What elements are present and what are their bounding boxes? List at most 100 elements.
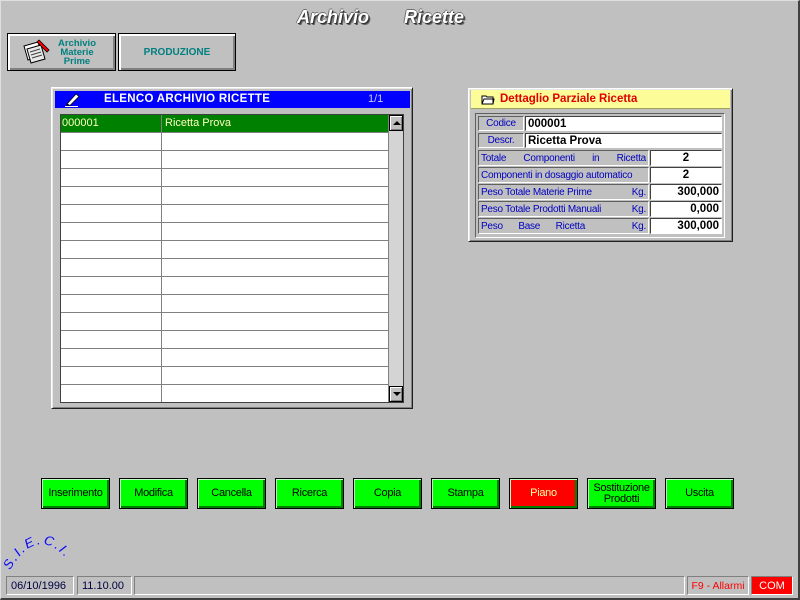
ricerca-button[interactable]: Ricerca — [275, 478, 344, 509]
recipe-code-cell — [61, 385, 162, 402]
field-label-text: Peso Totale Materie Prime — [481, 186, 592, 198]
cancella-label: Cancella — [211, 487, 252, 499]
page-counter: 1/1 — [368, 93, 384, 105]
recipe-name-cell — [162, 277, 388, 294]
componenti-dosaggio-automatico-value: 2 — [650, 167, 722, 183]
recipe-name-cell — [162, 169, 388, 186]
empty-row[interactable] — [61, 295, 388, 313]
unit-kg: Kg. — [631, 186, 647, 198]
descr-label: Descr. — [478, 133, 524, 148]
recipe-name-cell — [162, 205, 388, 222]
recipe-code-cell — [61, 367, 162, 384]
recipe-code-cell — [61, 313, 162, 330]
modifica-button[interactable]: Modifica — [119, 478, 188, 509]
archive-documents-icon — [23, 39, 50, 64]
recipe-detail-title: Dettaglio Parziale Ricetta — [500, 93, 638, 105]
empty-row[interactable] — [61, 151, 388, 169]
sostituzione-prodotti-button[interactable]: Sostituzione Prodotti — [587, 478, 656, 509]
recipe-list-title: ELENCO ARCHIVIO RICETTE — [104, 93, 271, 105]
recipe-code-cell — [61, 241, 162, 258]
recipe-table-body: 000001 Ricetta Prova — [61, 115, 388, 402]
peso-totale-prodotti-manuali-value: 0,000 — [650, 201, 722, 217]
empty-row[interactable] — [61, 259, 388, 277]
empty-row[interactable] — [61, 169, 388, 187]
peso-base-ricetta-label: Peso Base Ricetta Kg. — [478, 218, 649, 234]
empty-row[interactable] — [61, 277, 388, 295]
recipe-code-cell — [61, 223, 162, 240]
empty-row[interactable] — [61, 385, 388, 402]
recipe-name-cell — [162, 349, 388, 366]
scroll-up-arrow-icon — [393, 121, 401, 125]
modifica-label: Modifica — [134, 487, 173, 499]
inserimento-label: Inserimento — [48, 487, 103, 499]
recipe-code-cell — [61, 349, 162, 366]
produzione-button[interactable]: PRODUZIONE — [118, 33, 236, 71]
piano-label: Piano — [530, 487, 557, 499]
recipe-code-cell — [61, 259, 162, 276]
scroll-down-arrow-icon — [393, 392, 401, 396]
scroll-track[interactable] — [389, 131, 403, 386]
unit-kg: Kg. — [631, 220, 647, 232]
recipe-name-cell — [162, 151, 388, 168]
archivio-materie-prime-button[interactable]: Archivio Materie Prime — [7, 33, 116, 71]
empty-row[interactable] — [61, 349, 388, 367]
componenti-dosaggio-automatico-label: Componenti in dosaggio automatico — [478, 167, 649, 183]
recipe-name-cell — [162, 367, 388, 384]
vertical-scrollbar[interactable] — [388, 115, 403, 402]
totale-componenti-label: Totale Componenti in Ricetta — [478, 150, 649, 166]
ricerca-label: Ricerca — [291, 487, 328, 499]
empty-row[interactable] — [61, 205, 388, 223]
cancella-button[interactable]: Cancella — [197, 478, 266, 509]
empty-row[interactable] — [61, 223, 388, 241]
stampa-label: Stampa — [447, 487, 484, 499]
recipe-code-cell — [61, 133, 162, 150]
alarms-indicator[interactable]: F9 - Allarmi — [687, 576, 749, 595]
recipe-row[interactable]: 000001 Ricetta Prova — [61, 115, 388, 133]
recipe-name-cell — [162, 313, 388, 330]
open-folder-icon — [481, 95, 495, 105]
recipe-code-cell — [61, 277, 162, 294]
recipe-name-cell: Ricetta Prova — [165, 117, 232, 129]
empty-row[interactable] — [61, 367, 388, 385]
field-label-text: Peso Totale Prodotti Manuali — [481, 203, 602, 215]
recipe-code-cell — [61, 295, 162, 312]
copia-button[interactable]: Copia — [353, 478, 422, 509]
recipe-name-cell — [162, 187, 388, 204]
page-title-archivio: Archivio — [297, 7, 370, 27]
page-title-ricette: Ricette — [404, 7, 465, 27]
inserimento-button[interactable]: Inserimento — [41, 478, 110, 509]
unit-kg: Kg. — [631, 203, 647, 215]
empty-row[interactable] — [61, 313, 388, 331]
recipe-detail-title-bar: Dettaglio Parziale Ricetta — [471, 90, 730, 109]
peso-totale-prodotti-manuali-label: Peso Totale Prodotti Manuali Kg. — [478, 201, 649, 217]
stampa-button[interactable]: Stampa — [431, 478, 500, 509]
scroll-up-button[interactable] — [389, 115, 403, 131]
recipe-list-title-bar: ELENCO ARCHIVIO RICETTE 1/1 — [55, 91, 410, 108]
recipe-name-cell — [162, 259, 388, 276]
codice-label: Codice — [478, 116, 524, 131]
recipe-name-cell — [162, 133, 388, 150]
sostituzione-prodotti-label: Sostituzione Prodotti — [593, 481, 650, 505]
piano-button[interactable]: Piano — [509, 478, 578, 509]
codice-label-text: Codice — [486, 118, 516, 129]
scroll-down-button[interactable] — [389, 386, 403, 402]
recipe-name-cell — [162, 331, 388, 348]
empty-row[interactable] — [61, 187, 388, 205]
recipe-code-cell — [61, 205, 162, 222]
empty-row[interactable] — [61, 331, 388, 349]
empty-row[interactable] — [61, 133, 388, 151]
status-date: 06/10/1996 — [6, 576, 74, 595]
recipe-code-cell: 000001 — [61, 115, 162, 132]
peso-base-ricetta-value: 300,000 — [650, 218, 722, 234]
recipe-code-cell — [61, 151, 162, 168]
field-label-text: Totale Componenti in Ricetta — [481, 152, 646, 164]
label-line-prime: Prime — [63, 56, 91, 67]
recipe-code-cell — [61, 169, 162, 186]
peso-totale-materie-prime-label: Peso Totale Materie Prime Kg. — [478, 184, 649, 200]
uscita-button[interactable]: Uscita — [665, 478, 734, 509]
produzione-label: PRODUZIONE — [143, 46, 211, 58]
svg-text:S.I.E.C.I.: S.I.E.C.I. — [4, 531, 75, 572]
empty-row[interactable] — [61, 241, 388, 259]
recipe-code-cell — [61, 187, 162, 204]
recipe-name-cell — [162, 295, 388, 312]
